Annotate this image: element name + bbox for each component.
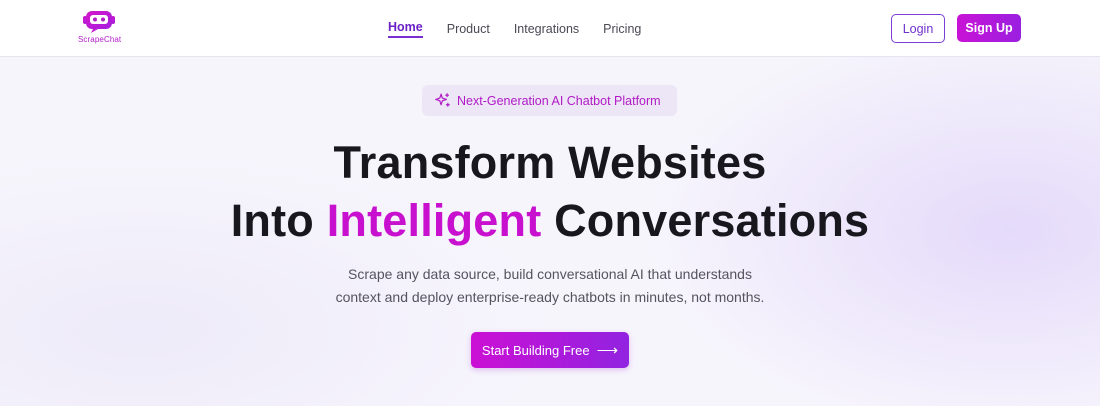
sign-up-button[interactable]: Sign Up: [957, 14, 1021, 42]
cta-label: Start Building Free: [481, 342, 590, 358]
hero-subtext-line-1: Scrape any data source, build conversati…: [348, 266, 752, 282]
nav-item-home[interactable]: Home: [388, 19, 423, 38]
headline-line-1: Transform Websites: [333, 137, 767, 188]
hero-badge: Next-Generation AI Chatbot Platform: [422, 85, 677, 116]
hero-headline: Transform Websites Into Intelligent Conv…: [0, 134, 1100, 250]
robot-chat-icon: [83, 11, 115, 33]
hero-badge-text: Next-Generation AI Chatbot Platform: [457, 93, 661, 108]
arrow-right-icon: ⟶: [596, 341, 619, 359]
nav-item-integrations[interactable]: Integrations: [514, 21, 579, 37]
nav-item-product[interactable]: Product: [447, 21, 490, 37]
brand-name: ScrapeChat: [78, 35, 122, 44]
start-building-free-button[interactable]: Start Building Free ⟶: [471, 332, 629, 368]
sparkles-icon: [435, 93, 450, 107]
headline-accent: Intelligent: [326, 195, 542, 246]
landing-page: ScrapeChat Home Product Integrations Pri…: [0, 0, 1100, 406]
main-nav: Home Product Integrations Pricing: [388, 0, 665, 57]
login-button[interactable]: Login: [891, 14, 945, 43]
hero-subtext: Scrape any data source, build conversati…: [0, 263, 1100, 309]
brand-logo[interactable]: ScrapeChat: [78, 8, 122, 48]
hero-subtext-line-2: context and deploy enterprise-ready chat…: [335, 289, 765, 305]
site-header: ScrapeChat Home Product Integrations Pri…: [0, 0, 1100, 57]
headline-line-2-prefix: Into: [230, 195, 327, 246]
headline-line-2-suffix: Conversations: [541, 195, 870, 246]
nav-item-pricing[interactable]: Pricing: [603, 21, 641, 37]
